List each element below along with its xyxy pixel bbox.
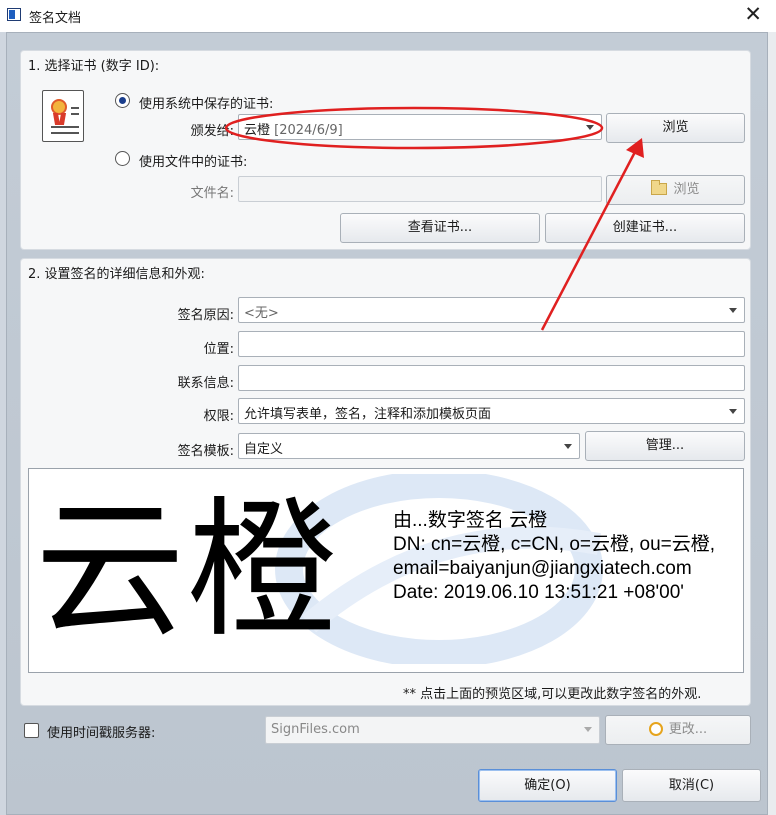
reason-label: 签名原因: <box>177 308 234 323</box>
browse-button[interactable]: 浏览 <box>606 113 745 143</box>
browse-file-button[interactable]: 浏览 <box>606 175 745 205</box>
contact-field[interactable] <box>238 365 745 391</box>
browse-file-label: 浏览 <box>673 182 700 197</box>
template-select[interactable]: 自定义 <box>238 433 580 459</box>
email-line: email=baiyanjun@jiangxiatech.com <box>393 558 692 579</box>
date-line: Date: 2019.06.10 13:51:21 +08'00' <box>393 582 684 603</box>
stored-certificate-label[interactable]: 使用系统中保存的证书: <box>139 93 273 112</box>
permission-select[interactable]: 允许填写表单，签名，注释和添加模板页面 <box>238 398 745 424</box>
issued-to-value: 云橙 <box>244 123 271 138</box>
issued-to-select[interactable]: 云橙 [2024/6/9] <box>238 114 602 140</box>
timestamp-server-select[interactable]: SignFiles.com <box>265 716 600 744</box>
cancel-button[interactable]: 取消(C) <box>622 769 761 802</box>
location-label: 位置: <box>203 342 234 357</box>
change-timestamp-label: 更改... <box>668 722 708 737</box>
file-certificate-radio[interactable] <box>115 151 130 166</box>
timestamp-label[interactable]: 使用时间戳服务器: <box>47 722 155 741</box>
title-bar: 签名文档 ✕ <box>0 0 776 32</box>
certificate-icon <box>42 90 84 142</box>
view-certificate-button[interactable]: 查看证书... <box>340 213 540 243</box>
app-icon <box>7 8 21 21</box>
reason-value: <无> <box>244 306 279 321</box>
dn-line: DN: cn=云橙, c=CN, o=云橙, ou=云橙, <box>393 534 716 555</box>
timestamp-checkbox[interactable] <box>24 723 39 738</box>
clock-icon <box>648 722 663 736</box>
reason-select[interactable]: <无> <box>238 297 745 323</box>
signature-name: 云橙 <box>35 484 340 658</box>
issued-to-date: [2024/6/9] <box>274 123 343 138</box>
signed-by-line: 由...数字签名 云橙 <box>393 510 548 531</box>
issued-to-label: 颁发给: <box>190 124 234 139</box>
section1-title: 1. 选择证书 (数字 ID): <box>28 59 160 74</box>
file-certificate-label[interactable]: 使用文件中的证书: <box>139 151 247 170</box>
create-certificate-button[interactable]: 创建证书... <box>545 213 745 243</box>
ok-button[interactable]: 确定(O) <box>478 769 617 802</box>
location-field[interactable] <box>238 331 745 357</box>
folder-icon <box>651 180 668 195</box>
section2-title: 2. 设置签名的详细信息和外观: <box>28 267 205 282</box>
template-label: 签名模板: <box>177 444 234 459</box>
change-timestamp-button[interactable]: 更改... <box>605 715 751 745</box>
manage-template-button[interactable]: 管理... <box>585 431 745 461</box>
window-title: 签名文档 <box>29 11 82 26</box>
background-strip <box>768 32 776 815</box>
close-icon[interactable]: ✕ <box>744 2 762 26</box>
stored-certificate-radio[interactable] <box>115 93 130 108</box>
preview-note: ** 点击上面的预览区域,可以更改此数字签名的外观. <box>403 687 702 702</box>
permission-label: 权限: <box>203 409 234 424</box>
filename-label: 文件名: <box>190 186 234 201</box>
signature-preview[interactable]: 云橙 由...数字签名 云橙 DN: cn=云橙, c=CN, o=云橙, ou… <box>28 468 744 673</box>
contact-label: 联系信息: <box>177 376 234 391</box>
filename-field[interactable] <box>238 176 602 202</box>
signature-details: 由...数字签名 云橙 DN: cn=云橙, c=CN, o=云橙, ou=云橙… <box>393 509 743 605</box>
